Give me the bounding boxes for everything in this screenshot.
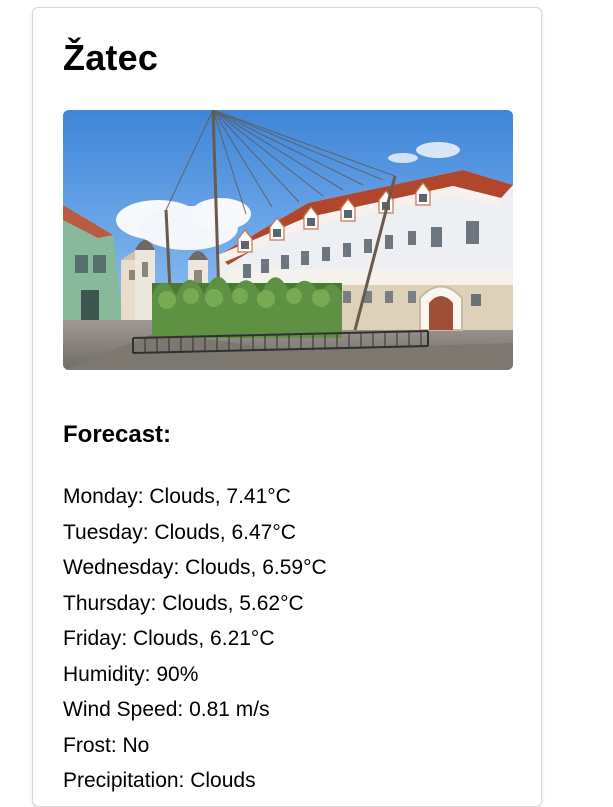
forecast-line-thursday: Thursday: Clouds, 5.62°C [63, 591, 304, 615]
forecast-line-tuesday: Tuesday: Clouds, 6.47°C [63, 520, 296, 544]
forecast-line-friday: Friday: Clouds, 6.21°C [63, 627, 275, 650]
forecast-list: Monday: Clouds, 7.41°C Tuesday: Clouds, … [63, 479, 327, 799]
precipitation-line: Precipitation: Clouds [63, 769, 256, 792]
city-title: Žatec [63, 37, 159, 78]
city-photo [63, 110, 513, 370]
wind-speed-line: Wind Speed: 0.81 m/s [63, 698, 270, 721]
city-photo-illustration [63, 110, 513, 370]
forecast-heading: Forecast: [63, 421, 172, 448]
forecast-line-wednesday: Wednesday: Clouds, 6.59°C [63, 556, 327, 579]
forecast-line-monday: Monday: Clouds, 7.41°C [63, 485, 291, 508]
humidity-line: Humidity: 90% [63, 662, 199, 686]
frost-line: Frost: No [63, 733, 150, 757]
weather-card: Žatec Forecast: Monday: Clouds, 7.41°C T… [32, 7, 542, 807]
